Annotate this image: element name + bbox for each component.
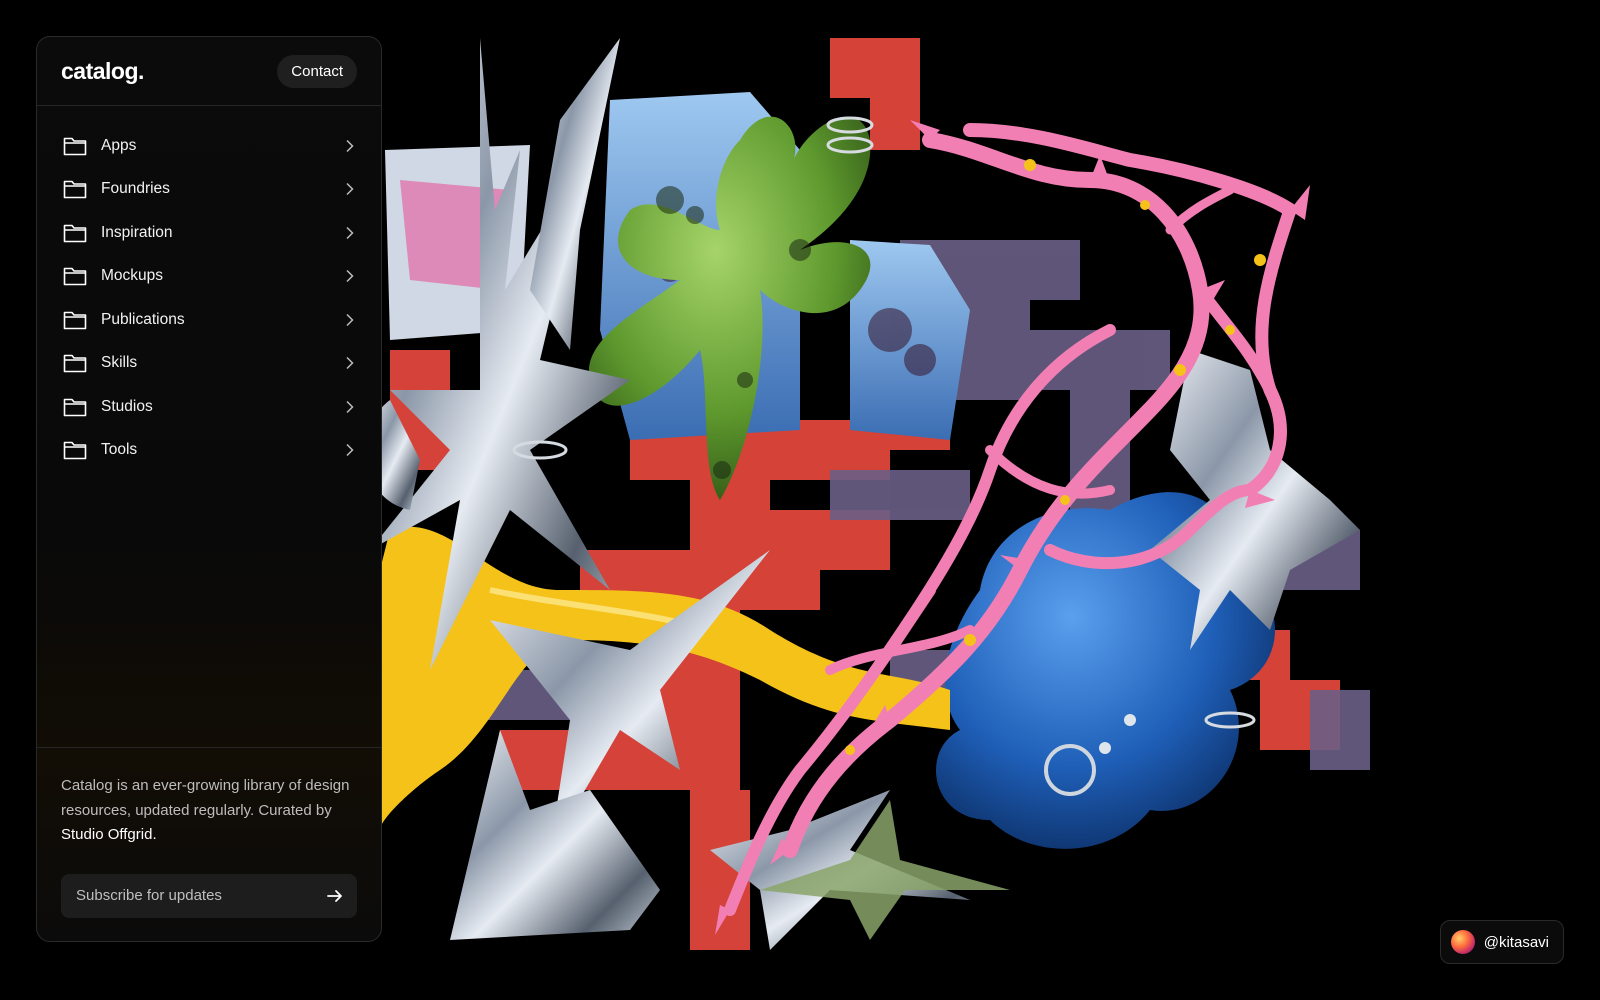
artwork-illustration xyxy=(365,38,1370,950)
sidebar-footer: Catalog is an ever-growing library of de… xyxy=(37,747,381,941)
nav-item-foundries[interactable]: Foundries xyxy=(37,168,381,212)
chevron-right-icon xyxy=(345,139,355,153)
folder-icon xyxy=(63,179,87,199)
about-text: Catalog is an ever-growing library of de… xyxy=(61,774,357,848)
artist-handle: @kitasavi xyxy=(1483,933,1549,951)
folder-icon xyxy=(63,223,87,243)
nav-item-label: Mockups xyxy=(101,267,164,285)
subscribe-input[interactable] xyxy=(74,886,325,905)
folder-icon xyxy=(63,353,87,373)
folder-icon xyxy=(63,397,87,417)
chevron-right-icon xyxy=(345,313,355,327)
nav-item-mockups[interactable]: Mockups xyxy=(37,255,381,299)
hero-artwork xyxy=(330,30,1410,970)
folder-icon xyxy=(63,440,87,460)
sidebar-header: catalog. Contact xyxy=(37,37,381,106)
chevron-right-icon xyxy=(345,182,355,196)
about-description: Catalog is an ever-growing library of de… xyxy=(61,777,350,819)
subscribe-form xyxy=(61,873,357,918)
chevron-right-icon xyxy=(345,226,355,240)
nav-item-label: Tools xyxy=(101,441,138,459)
folder-icon xyxy=(63,136,87,156)
nav-item-label: Inspiration xyxy=(101,223,173,241)
chevron-right-icon xyxy=(345,356,355,370)
nav-item-tools[interactable]: Tools xyxy=(37,429,381,473)
chevron-right-icon xyxy=(345,443,355,457)
nav-item-publications[interactable]: Publications xyxy=(37,298,381,342)
nav-item-inspiration[interactable]: Inspiration xyxy=(37,211,381,255)
folder-icon xyxy=(63,266,87,286)
nav-item-label: Studios xyxy=(101,397,153,415)
contact-button[interactable]: Contact xyxy=(277,54,357,88)
artist-credit[interactable]: @kitasavi xyxy=(1439,920,1564,964)
arrow-right-icon[interactable] xyxy=(325,886,345,906)
nav-item-apps[interactable]: Apps xyxy=(37,124,381,168)
nav-item-label: Apps xyxy=(101,136,137,154)
nav-item-label: Foundries xyxy=(101,180,170,198)
chevron-right-icon xyxy=(345,400,355,414)
category-nav: Apps Foundries Inspiration Mockups Publi… xyxy=(37,106,381,472)
curator-link[interactable]: Studio Offgrid. xyxy=(61,826,157,843)
avatar xyxy=(1450,930,1475,954)
page: catalog. Contact Apps Foundries Inspirat… xyxy=(0,0,1600,1000)
sidebar: catalog. Contact Apps Foundries Inspirat… xyxy=(36,36,382,942)
nav-item-skills[interactable]: Skills xyxy=(37,342,381,386)
chevron-right-icon xyxy=(345,269,355,283)
nav-item-label: Skills xyxy=(101,354,138,372)
logo[interactable]: catalog. xyxy=(61,58,144,85)
folder-icon xyxy=(63,310,87,330)
nav-item-studios[interactable]: Studios xyxy=(37,385,381,429)
nav-item-label: Publications xyxy=(101,310,185,328)
